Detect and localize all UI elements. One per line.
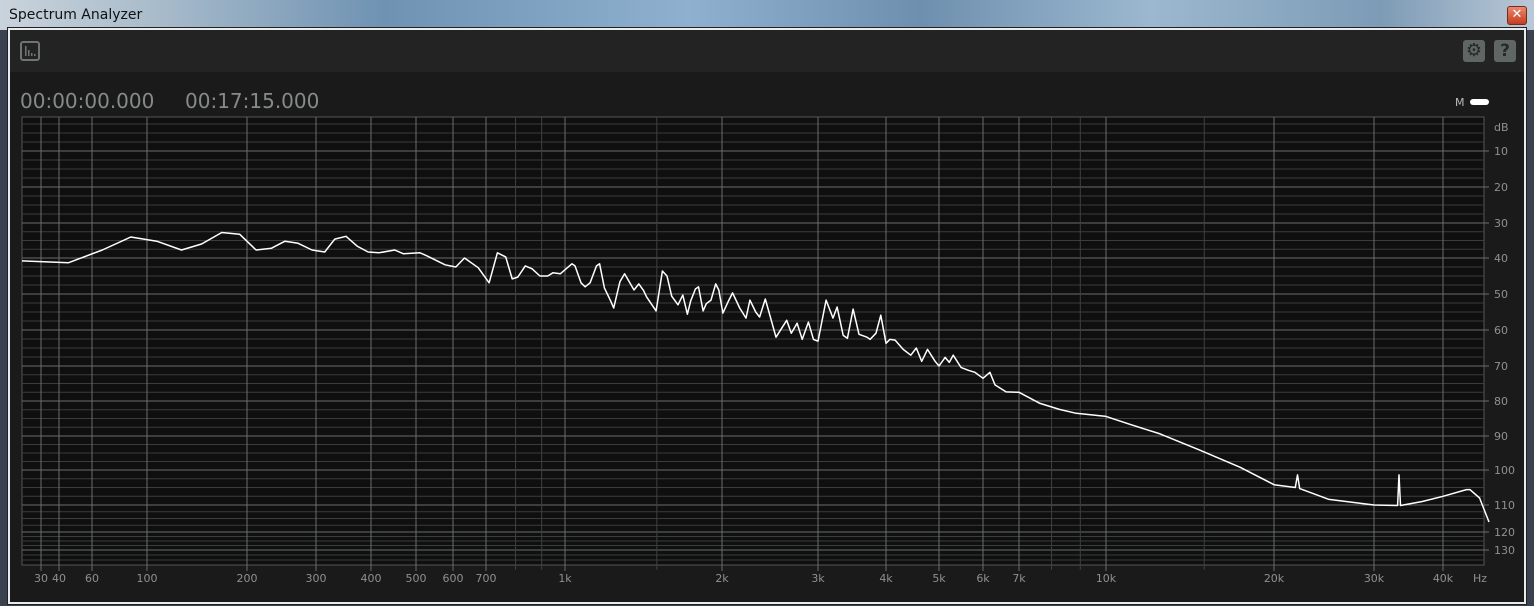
x-tick-label: 2k [715,572,729,585]
x-tick-label: 30 [34,572,48,585]
y-tick-label: 30 [1494,217,1508,230]
x-tick-label: 7k [1012,572,1026,585]
x-tick-label: 10k [1096,572,1117,585]
x-tick-label: 4k [879,572,893,585]
y-unit-label: dB [1494,121,1509,134]
x-tick-label: 20k [1264,572,1285,585]
x-tick-label: 60 [85,572,99,585]
x-unit-label: Hz [1473,572,1487,585]
y-tick-label: 120 [1494,526,1515,539]
plot-area [21,116,1485,566]
x-tick-label: 300 [306,572,327,585]
x-tick-label: 200 [237,572,258,585]
x-tick-label: 500 [406,572,427,585]
x-tick-label: 3k [811,572,825,585]
y-tick-label: 100 [1494,464,1515,477]
y-tick-label: 80 [1494,395,1508,408]
y-tick-label: 60 [1494,324,1508,337]
y-tick-label: 10 [1494,145,1508,158]
x-tick-label: 700 [476,572,497,585]
x-tick-label: 600 [443,572,464,585]
x-tick-label: 6k [976,572,990,585]
x-tick-label: 5k [932,572,946,585]
x-tick-label: 400 [361,572,382,585]
y-tick-label: 110 [1494,499,1515,512]
x-tick-label: 1k [558,572,572,585]
spectrum-chart[interactable]: 30 40 60 100 200 300 400 500 600 700 1k 2k 3k 4k 5k 6k 7… [0,0,1534,606]
y-tick-label: 130 [1494,544,1515,557]
x-tick-label: 30k [1364,572,1385,585]
y-tick-label: 20 [1494,181,1508,194]
x-tick-label: 100 [137,572,158,585]
y-tick-label: 90 [1494,430,1508,443]
x-tick-label: 40 [52,572,66,585]
y-tick-label: 50 [1494,288,1508,301]
x-tick-label: 40k [1433,572,1454,585]
y-tick-label: 70 [1494,360,1508,373]
y-tick-label: 40 [1494,252,1508,265]
